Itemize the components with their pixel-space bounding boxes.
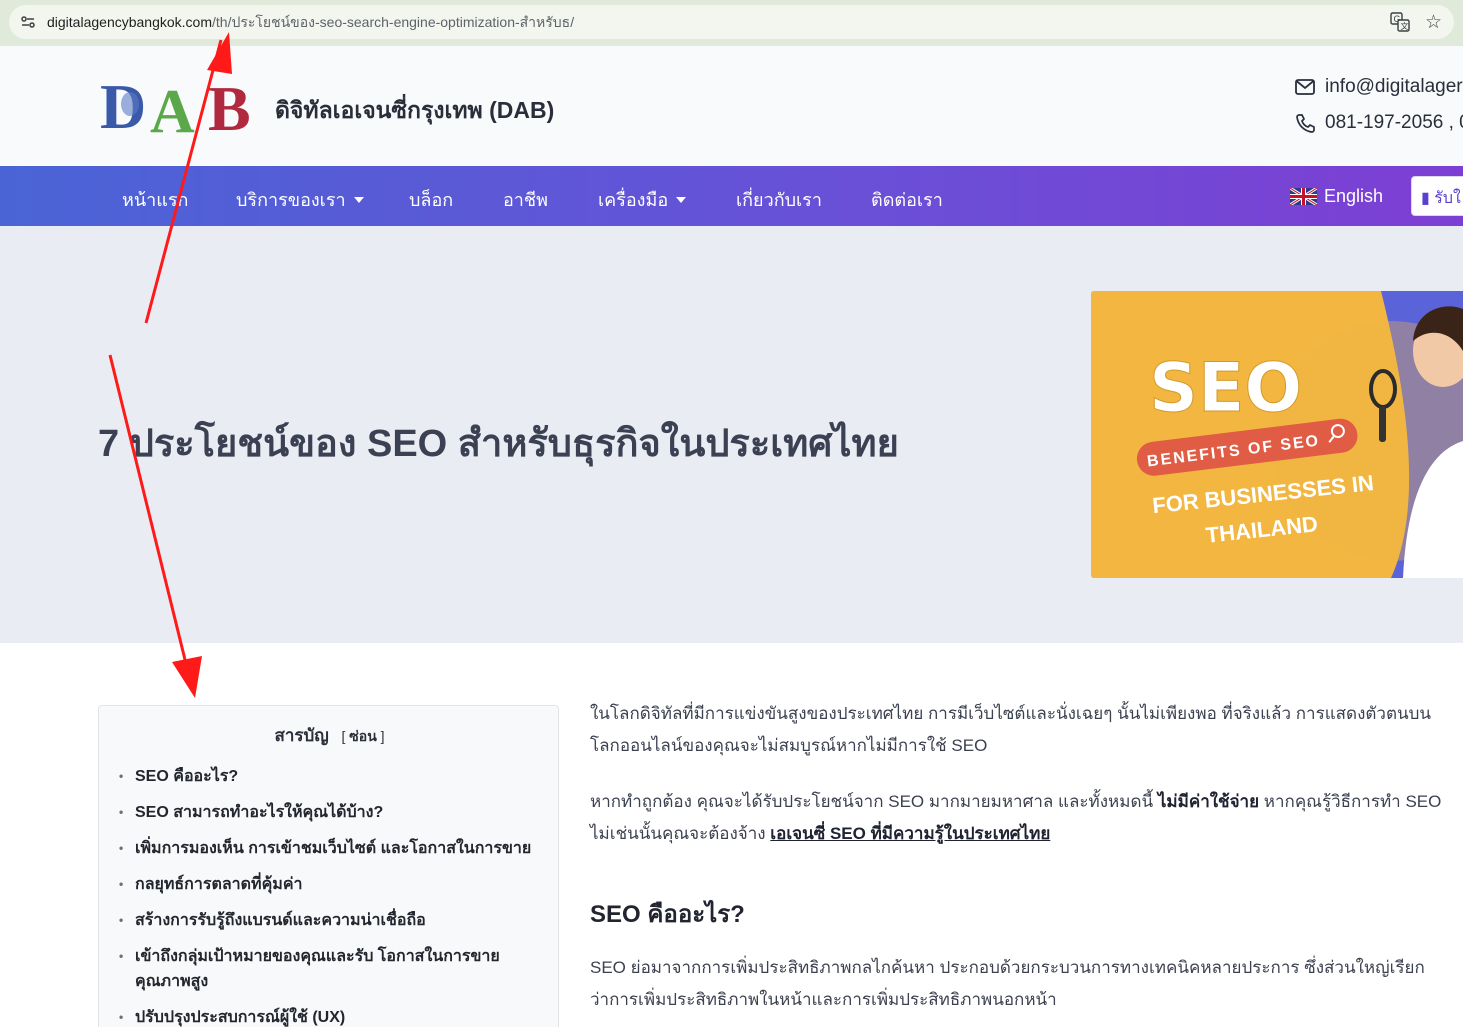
- toc-toggle[interactable]: [ ซ่อน ]: [342, 728, 385, 744]
- nav-label: เครื่องมือ: [598, 190, 669, 210]
- language-label: English: [1324, 186, 1384, 206]
- nav-label: ติดต่อเรา: [871, 190, 943, 210]
- toc-list: SEO คืออะไร? SEO สามารถทำอะไรให้คุณได้บ้…: [119, 764, 539, 1027]
- toc-item[interactable]: กลยุทธ์การตลาดที่คุ้มค่า: [119, 872, 539, 897]
- address-bar[interactable]: digitalagencybangkok.com/th/ประโยชน์ของ-…: [9, 5, 1454, 39]
- banner-big-word: SEO: [1149, 349, 1302, 428]
- nav-label: หน้าแรก: [122, 190, 189, 210]
- tune-icon[interactable]: [19, 13, 37, 31]
- svg-text:B: B: [208, 74, 251, 136]
- toc-item[interactable]: เพิ่มการมองเห็น การเข้าชมเว็บไซต์ และโอก…: [119, 836, 539, 861]
- nav-item-about[interactable]: เกี่ยวกับเรา: [736, 185, 822, 214]
- nav-label: บริการของเรา: [236, 190, 346, 210]
- page-title: 7 ประโยชน์ของ SEO สำหรับธุรกิจในประเทศไท…: [98, 423, 899, 465]
- seo-agency-link[interactable]: เอเจนซี่ SEO ที่มีความรู้ในประเทศไทย: [770, 824, 1050, 843]
- url-path: /th/ประโยชน์ของ-seo-search-engine-optimi…: [212, 14, 575, 30]
- free-emphasis: ไม่มีค่าใช้จ่าย: [1157, 792, 1260, 811]
- nav-item-careers[interactable]: อาชีพ: [503, 185, 548, 214]
- svg-text:A: A: [150, 78, 195, 136]
- brand-name: ดิจิทัลเอเจนซี่กรุงเทพ (DAB): [275, 97, 555, 123]
- cost-paragraph: หากทำถูกต้อง คุณจะได้รับประโยชน์จาก SEO …: [590, 786, 1450, 850]
- star-icon[interactable]: ☆: [1425, 10, 1442, 34]
- toc-bracket-close: ]: [380, 728, 385, 744]
- nav-label: อาชีพ: [503, 190, 548, 210]
- uk-flag-icon: [1290, 188, 1317, 205]
- arrow-head-down: [172, 656, 202, 698]
- definition-paragraph: SEO ย่อมาจากการเพิ่มประสิทธิภาพกลไกค้นหา…: [590, 958, 1425, 1009]
- toc-item[interactable]: สร้างการรับรู้ถึงแบรนด์และความน่าเชื่อถื…: [119, 908, 539, 933]
- toc-item[interactable]: ปรับปรุงประสบการณ์ผู้ใช้ (UX): [119, 1005, 539, 1027]
- nav-label: เกี่ยวกับเรา: [736, 190, 822, 210]
- nav-item-contact[interactable]: ติดต่อเรา: [871, 185, 943, 214]
- intro-paragraph: ในโลกดิจิทัลที่มีการแข่งขันสูงของประเทศไ…: [590, 704, 1432, 755]
- quote-button-label: รับใ: [1434, 190, 1461, 207]
- toc-item[interactable]: SEO คืออะไร?: [119, 764, 539, 789]
- dab-logo[interactable]: D A B: [100, 71, 260, 146]
- language-switcher[interactable]: English: [1290, 186, 1383, 207]
- url-text[interactable]: digitalagencybangkok.com/th/ประโยชน์ของ-…: [47, 13, 574, 31]
- nav-item-blog[interactable]: บล็อก: [409, 185, 453, 214]
- document-icon: ▮: [1421, 190, 1430, 207]
- toc-bracket-open: [: [341, 728, 346, 744]
- toc-header: สารบัญ [ ซ่อน ]: [99, 722, 560, 749]
- toc-title: สารบัญ: [274, 726, 329, 745]
- chevron-down-icon: [353, 196, 364, 203]
- nav-item-tools[interactable]: เครื่องมือ: [598, 185, 687, 214]
- nav-item-services[interactable]: บริการของเรา: [236, 185, 364, 214]
- svg-text:文: 文: [1401, 21, 1409, 31]
- phone-icon: [1296, 114, 1315, 133]
- main-nav: หน้าแรก บริการของเรา บล็อก อาชีพ เครื่อง…: [0, 166, 1463, 226]
- chevron-down-icon: [676, 196, 687, 203]
- email-text: info@digitalager: [1325, 76, 1463, 97]
- contact-email[interactable]: info@digitalager: [1295, 76, 1463, 98]
- quote-button[interactable]: ▮ รับใ: [1411, 176, 1463, 216]
- hero-section: 7 ประโยชน์ของ SEO สำหรับธุรกิจในประเทศไท…: [0, 226, 1463, 643]
- toc-toggle-label: ซ่อน: [349, 728, 377, 744]
- browser-toolbar: digitalagencybangkok.com/th/ประโยชน์ของ-…: [0, 0, 1463, 46]
- site-header: D A B ดิจิทัลเอเจนซี่กรุงเทพ (DAB) info@…: [0, 46, 1463, 166]
- phone-text: 081-197-2056 , 0: [1325, 112, 1463, 133]
- toc-item[interactable]: SEO สามารถทำอะไรให้คุณได้บ้าง?: [119, 800, 539, 825]
- section-heading-what-is-seo: SEO คืออะไร?: [590, 901, 745, 928]
- nav-item-home[interactable]: หน้าแรก: [122, 185, 188, 214]
- table-of-contents: สารบัญ [ ซ่อน ] SEO คืออะไร? SEO สามารถท…: [98, 705, 559, 1027]
- cost-text-a: หากทำถูกต้อง คุณจะได้รับประโยชน์จาก SEO …: [590, 792, 1158, 811]
- url-host: digitalagencybangkok.com: [47, 14, 212, 30]
- nav-label: บล็อก: [409, 190, 454, 210]
- toc-item[interactable]: เข้าถึงกลุ่มเป้าหมายของคุณและรับ โอกาสใน…: [119, 944, 539, 994]
- contact-phone[interactable]: 081-197-2056 , 0: [1295, 112, 1463, 134]
- translate-icon[interactable]: G文: [1390, 12, 1410, 32]
- mail-icon: [1295, 79, 1315, 95]
- hero-banner-image: SEO BENEFITS OF SEO FOR BUSINESSES IN TH…: [1091, 291, 1463, 578]
